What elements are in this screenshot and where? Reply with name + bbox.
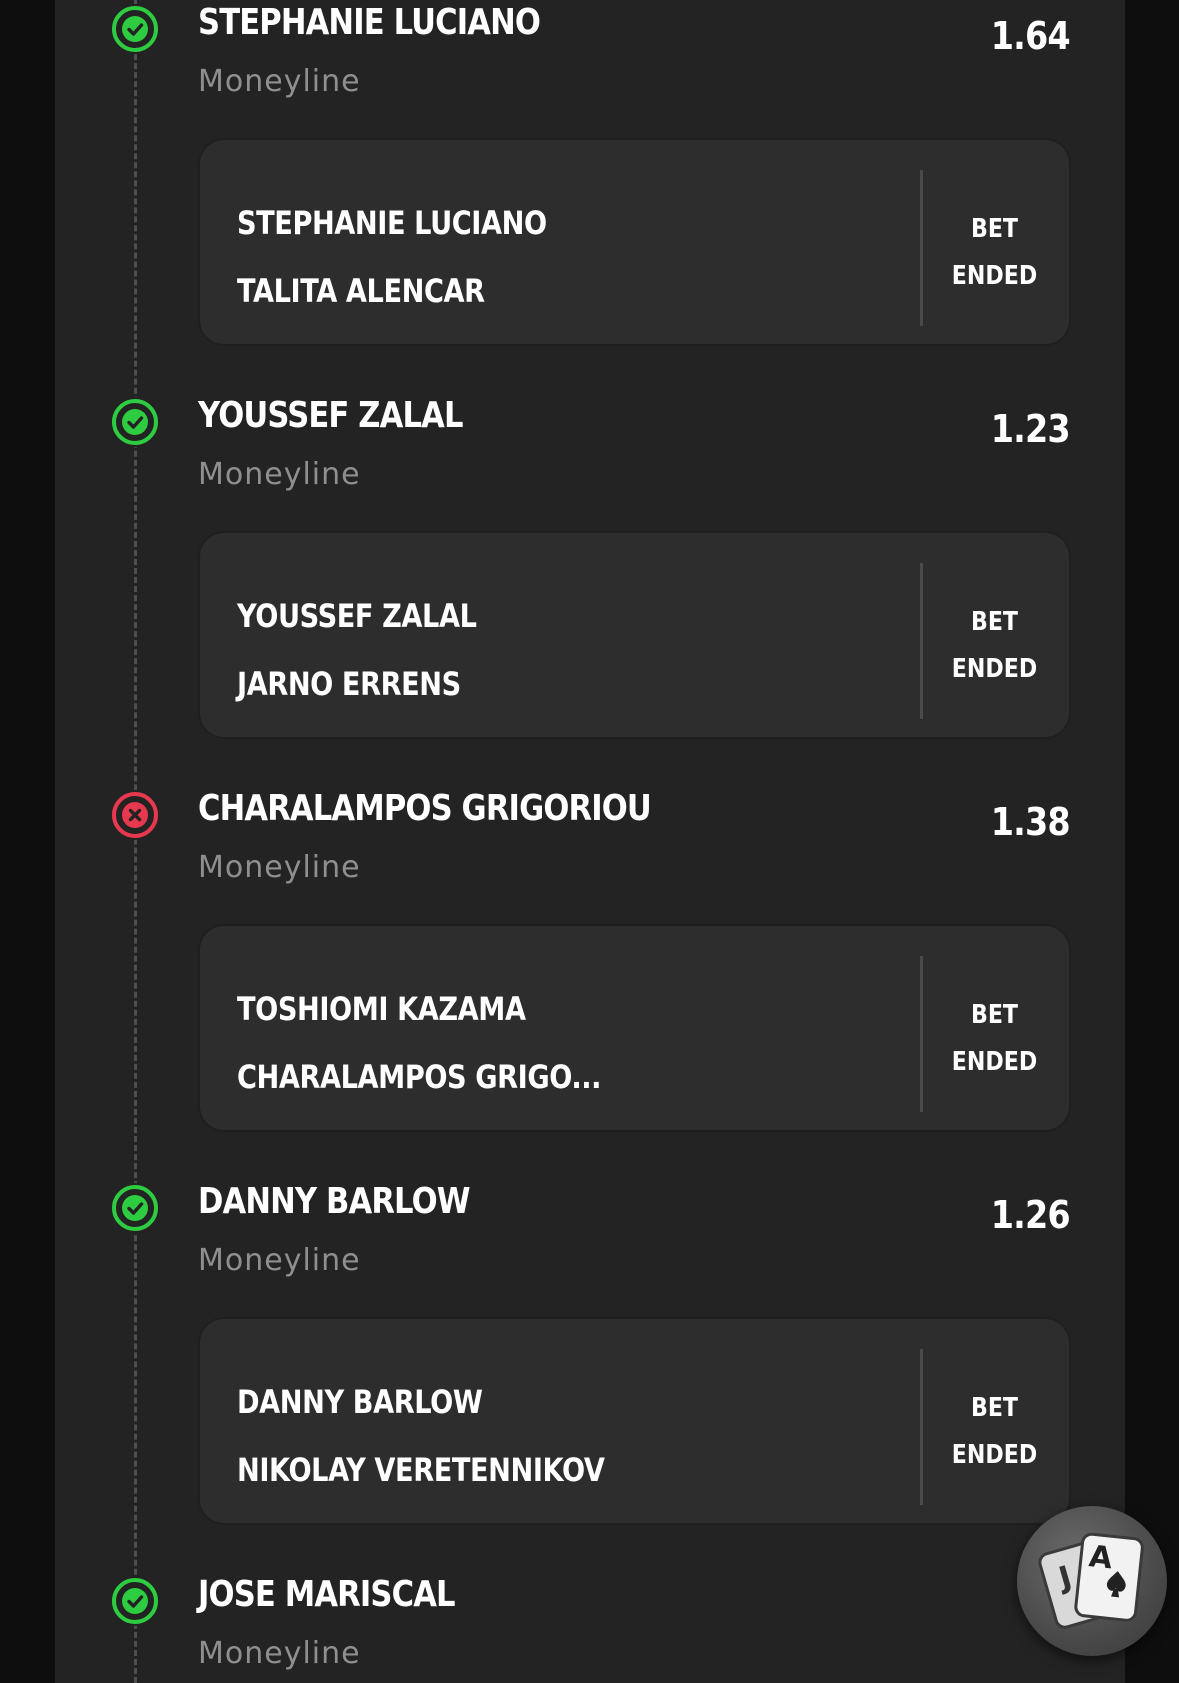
card-divider bbox=[920, 956, 923, 1112]
bet-leg: YOUSSEF ZALAL 1.23 Moneyline YOUSSEF ZAL… bbox=[0, 393, 1179, 786]
check-circle-icon bbox=[110, 1576, 160, 1626]
event-card[interactable]: STEPHANIE LUCIANO TALITA ALENCAR BET END… bbox=[198, 138, 1071, 346]
pick-odds: 1.23 bbox=[991, 407, 1071, 451]
market-label: Moneyline bbox=[198, 457, 361, 492]
bet-status-line2: ENDED bbox=[951, 1047, 1038, 1077]
bet-status-line1: BET bbox=[970, 214, 1019, 244]
pick-name: CHARALAMPOS GRIGORIOU bbox=[198, 788, 652, 829]
casino-fab-button[interactable]: J A bbox=[1017, 1506, 1167, 1656]
card-divider bbox=[920, 563, 923, 719]
market-label: Moneyline bbox=[198, 1636, 361, 1671]
bet-status: BET ENDED bbox=[938, 992, 1051, 1086]
market-label: Moneyline bbox=[198, 1243, 361, 1278]
bet-status-line2: ENDED bbox=[951, 261, 1038, 291]
pick-name: JOSE MARISCAL bbox=[198, 1574, 456, 1615]
bet-status-line1: BET bbox=[970, 1000, 1019, 1030]
card-divider bbox=[920, 1349, 923, 1505]
pick-odds: 1.26 bbox=[991, 1193, 1071, 1237]
event-card[interactable]: DANNY BARLOW NIKOLAY VERETENNIKOV BET EN… bbox=[198, 1317, 1071, 1525]
pick-odds: 1.64 bbox=[991, 14, 1071, 58]
bet-status: BET ENDED bbox=[938, 206, 1051, 300]
market-label: Moneyline bbox=[198, 850, 361, 885]
bet-status: BET ENDED bbox=[938, 599, 1051, 693]
bet-leg: JOSE MARISCAL 1. Moneyline bbox=[0, 1572, 1179, 1683]
pick-name: YOUSSEF ZALAL bbox=[198, 395, 463, 436]
bet-status-line1: BET bbox=[970, 607, 1019, 637]
card-front-letter: A bbox=[1087, 1539, 1115, 1576]
event-card[interactable]: YOUSSEF ZALAL JARNO ERRENS BET ENDED bbox=[198, 531, 1071, 739]
check-circle-icon bbox=[110, 4, 160, 54]
card-divider bbox=[920, 170, 923, 326]
check-circle-icon bbox=[110, 1183, 160, 1233]
fighter-2-name: TALITA ALENCAR bbox=[237, 272, 485, 310]
fighter-1-name: STEPHANIE LUCIANO bbox=[237, 204, 547, 242]
pick-name: DANNY BARLOW bbox=[198, 1181, 471, 1222]
pick-odds: 1.38 bbox=[991, 800, 1071, 844]
bet-status-line2: ENDED bbox=[951, 654, 1038, 684]
x-circle-icon bbox=[110, 790, 160, 840]
check-circle-icon bbox=[110, 397, 160, 447]
playing-cards-icon: J A bbox=[1038, 1532, 1144, 1629]
fighter-1-name: TOSHIOMI KAZAMA bbox=[237, 990, 526, 1028]
pick-name: STEPHANIE LUCIANO bbox=[198, 2, 541, 43]
event-card[interactable]: TOSHIOMI KAZAMA CHARALAMPOS GRIGO... BET… bbox=[198, 924, 1071, 1132]
bet-status-line1: BET bbox=[970, 1393, 1019, 1423]
market-label: Moneyline bbox=[198, 64, 361, 99]
bet-leg: DANNY BARLOW 1.26 Moneyline DANNY BARLOW… bbox=[0, 1179, 1179, 1572]
bet-status-line2: ENDED bbox=[951, 1440, 1038, 1470]
fighter-2-name: CHARALAMPOS GRIGO... bbox=[237, 1058, 602, 1096]
bet-leg: STEPHANIE LUCIANO 1.64 Moneyline STEPHAN… bbox=[0, 0, 1179, 393]
bet-status: BET ENDED bbox=[938, 1385, 1051, 1479]
fighter-1-name: YOUSSEF ZALAL bbox=[237, 597, 477, 635]
fighter-1-name: DANNY BARLOW bbox=[237, 1383, 483, 1421]
bet-leg: CHARALAMPOS GRIGORIOU 1.38 Moneyline TOS… bbox=[0, 786, 1179, 1179]
fighter-2-name: JARNO ERRENS bbox=[237, 665, 461, 703]
fighter-2-name: NIKOLAY VERETENNIKOV bbox=[237, 1451, 605, 1489]
